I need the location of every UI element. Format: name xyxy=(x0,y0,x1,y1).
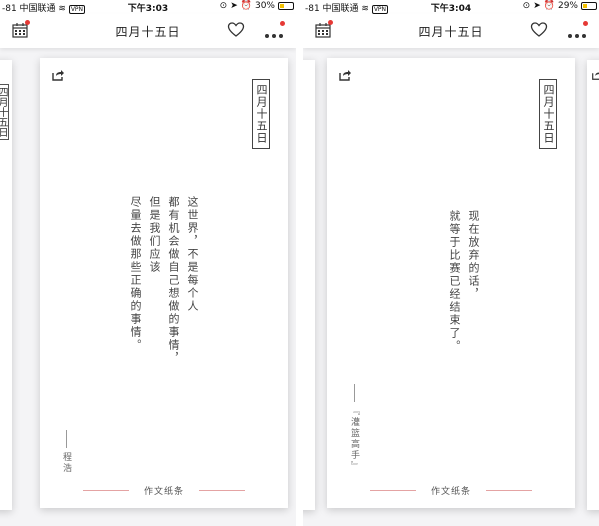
nav-title: 四月十五日 xyxy=(115,25,181,39)
poem-line: 现在放弃的话， xyxy=(467,210,480,301)
footer-line-right xyxy=(199,490,245,491)
share-icon[interactable] xyxy=(51,68,65,82)
author-name: 程浩 xyxy=(61,452,71,474)
card-date-box: 四月十五日 xyxy=(539,79,557,149)
heart-icon[interactable] xyxy=(530,21,548,39)
footer-line-right xyxy=(486,490,532,491)
heart-icon[interactable] xyxy=(227,21,245,39)
notification-dot xyxy=(280,21,285,26)
nav-bar: 四月十五日 xyxy=(0,14,296,48)
quote-card[interactable]: 四月十五日 现在放弃的话， 就等于比赛已经结束了。 『灌篮高手』 作文纸条 xyxy=(327,58,575,508)
poem-line: 但是我们应该 xyxy=(148,196,161,274)
author-block: 『灌篮高手』 xyxy=(348,384,361,472)
screen-right: 四月十五日 现在放弃的话， 就等于比赛已经结束了。 『灌篮高手』 作文纸条 -8… xyxy=(303,0,599,526)
status-bar: -81 中国联通 ≋ VPN 下午3:03 ⊙ ➤ ⏰ 30% xyxy=(0,0,296,14)
battery-icon xyxy=(278,2,294,10)
card-footer: 作文纸条 xyxy=(40,484,288,497)
status-right: ⊙ ➤ ⏰ 30% xyxy=(220,1,294,11)
author-block: 程浩 xyxy=(60,430,73,474)
poem-text: 现在放弃的话， 就等于比赛已经结束了。 xyxy=(445,210,483,353)
next-card-peek[interactable] xyxy=(587,60,599,510)
footer-label: 作文纸条 xyxy=(430,487,471,497)
screenshot-divider xyxy=(296,0,303,526)
screen-left: 四月十五日 四月十五日 这世界，不是每个人 都有机会做自己想做的事情， 但是我们… xyxy=(0,0,296,526)
status-right: ⊙ ➤ ⏰ 29% xyxy=(523,1,597,11)
more-icon[interactable] xyxy=(567,21,588,38)
share-icon[interactable] xyxy=(338,68,352,82)
author-rule xyxy=(66,430,67,448)
battery-text: 30% xyxy=(254,1,275,11)
card-date-box: 四月十五日 xyxy=(252,79,270,149)
poem-line: 这世界，不是每个人 xyxy=(186,196,199,313)
alarm-icon: ⏰ xyxy=(543,1,555,11)
share-icon xyxy=(592,72,599,80)
poem-line: 都有机会做自己想做的事情， xyxy=(167,196,180,365)
battery-text: 29% xyxy=(557,1,578,11)
lock-rotation-icon: ⊙ xyxy=(522,1,531,11)
location-icon: ➤ xyxy=(533,1,541,11)
author-name: 『灌篮高手』 xyxy=(349,406,359,472)
peek-date-box: 四月十五日 xyxy=(0,84,9,140)
footer-label: 作文纸条 xyxy=(143,487,184,497)
battery-fill xyxy=(583,4,587,8)
notification-dot xyxy=(583,21,588,26)
alarm-icon: ⏰ xyxy=(240,1,252,11)
previous-card-peek[interactable]: 四月十五日 xyxy=(0,60,12,510)
battery-fill xyxy=(280,4,284,8)
location-icon: ➤ xyxy=(230,1,238,11)
nav-title: 四月十五日 xyxy=(418,25,484,39)
status-bar: -81 中国联通 ≋ VPN 下午3:04 ⊙ ➤ ⏰ 29% xyxy=(303,0,599,14)
quote-card[interactable]: 四月十五日 这世界，不是每个人 都有机会做自己想做的事情， 但是我们应该 尽量去… xyxy=(40,58,288,508)
poem-line: 就等于比赛已经结束了。 xyxy=(448,210,461,353)
previous-card-peek[interactable] xyxy=(303,60,315,510)
nav-bar: 四月十五日 xyxy=(303,14,599,48)
author-rule xyxy=(354,384,355,402)
lock-rotation-icon: ⊙ xyxy=(219,1,228,11)
poem-text: 这世界，不是每个人 都有机会做自己想做的事情， 但是我们应该 尽量去做那些正确的… xyxy=(126,196,202,365)
battery-icon xyxy=(581,2,597,10)
card-footer: 作文纸条 xyxy=(327,484,575,497)
more-icon[interactable] xyxy=(264,21,285,38)
poem-line: 尽量去做那些正确的事情。 xyxy=(129,196,142,352)
